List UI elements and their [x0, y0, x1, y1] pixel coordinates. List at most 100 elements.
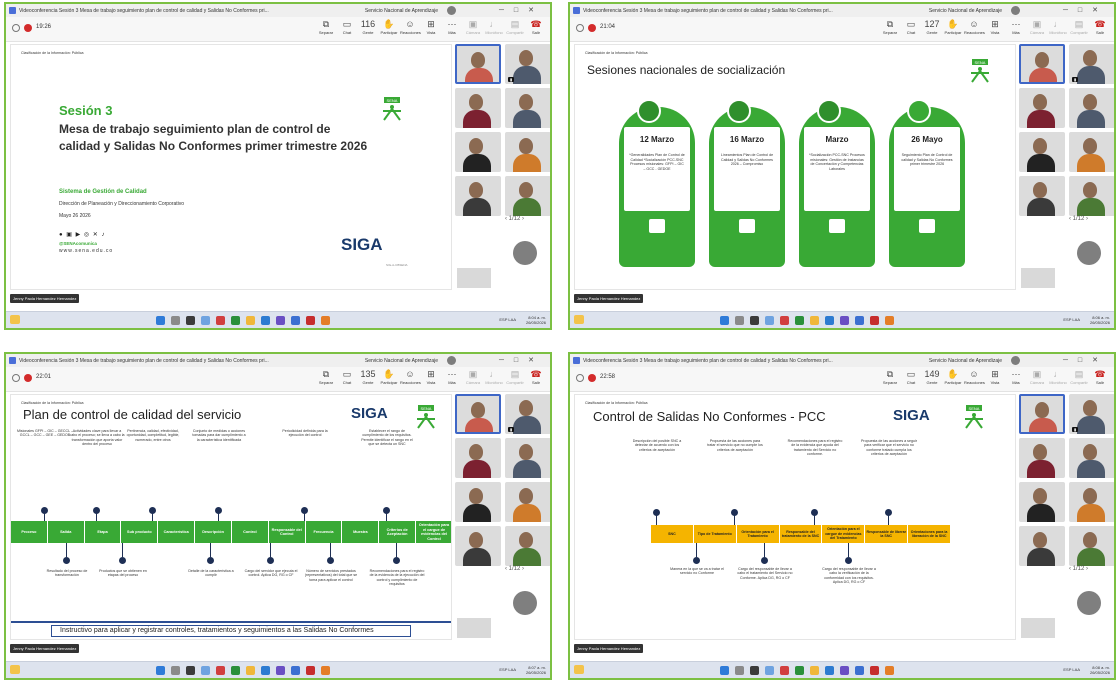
view-button[interactable]: ⊞ Vista — [421, 19, 441, 35]
edge-icon[interactable] — [261, 316, 270, 325]
search-icon[interactable] — [735, 666, 744, 675]
widgets-icon[interactable] — [574, 315, 584, 324]
participant-tile[interactable]: ▮ — [1069, 394, 1114, 434]
folder-icon[interactable] — [246, 666, 255, 675]
participant-tile[interactable] — [1069, 88, 1114, 128]
camera-button[interactable]: ▣ Cámara — [463, 369, 483, 385]
widgets-icon[interactable] — [574, 665, 584, 674]
mic-button[interactable]: ♩ Micrófono — [1048, 369, 1068, 385]
search-icon[interactable] — [735, 316, 744, 325]
self-view[interactable] — [457, 618, 491, 638]
participant-tile[interactable] — [505, 176, 550, 216]
share-screen-button[interactable]: ▤ Compartir — [505, 369, 525, 385]
view-button[interactable]: ⊞ Vista — [421, 369, 441, 385]
taskview-icon[interactable] — [750, 316, 759, 325]
participant-tile[interactable] — [1019, 394, 1065, 434]
teams-icon[interactable] — [276, 666, 285, 675]
participant-tile[interactable] — [1069, 526, 1114, 566]
app-icon[interactable] — [216, 666, 225, 675]
edge-icon[interactable] — [825, 316, 834, 325]
app-icon[interactable] — [765, 316, 774, 325]
chat-button[interactable]: ▭ Chat — [337, 369, 357, 385]
participant-tile[interactable] — [455, 482, 501, 522]
window-controls[interactable]: ─□✕ — [499, 6, 544, 14]
leave-button[interactable]: ☎ Salir — [526, 19, 546, 35]
mic-button[interactable]: ♩ Micrófono — [484, 19, 504, 35]
app-icon[interactable] — [291, 316, 300, 325]
app-icon[interactable] — [795, 316, 804, 325]
search-icon[interactable] — [171, 316, 180, 325]
participant-tile[interactable] — [1069, 132, 1114, 172]
window-controls[interactable]: ─□✕ — [1063, 356, 1108, 364]
app-icon[interactable] — [780, 666, 789, 675]
share-button[interactable]: ⧉ Separar — [316, 369, 336, 385]
clock[interactable]: 8:07 a. m. 26/05/2026 — [526, 665, 546, 675]
app-icon[interactable] — [765, 666, 774, 675]
participant-tile[interactable] — [1019, 526, 1065, 566]
raise-hand-button[interactable]: ✋ Participar — [379, 19, 399, 35]
start-icon[interactable] — [720, 316, 729, 325]
participant-tile[interactable] — [1069, 176, 1114, 216]
taskview-icon[interactable] — [750, 666, 759, 675]
camera-button[interactable]: ▣ Cámara — [1027, 369, 1047, 385]
app-icon[interactable] — [870, 316, 879, 325]
participant-tile[interactable] — [505, 482, 550, 522]
participant-tile[interactable] — [505, 132, 550, 172]
participant-tile[interactable] — [455, 44, 501, 84]
teams-icon[interactable] — [840, 316, 849, 325]
start-icon[interactable] — [156, 316, 165, 325]
participant-tile[interactable] — [1019, 438, 1065, 478]
participant-tile[interactable] — [505, 438, 550, 478]
language-indicator[interactable]: ESP LAA — [1063, 317, 1080, 322]
participant-tile[interactable]: ▮ — [1069, 44, 1114, 84]
participant-tile[interactable] — [1019, 176, 1065, 216]
app-icon[interactable] — [885, 316, 894, 325]
app-icon[interactable] — [231, 316, 240, 325]
app-icon[interactable] — [216, 316, 225, 325]
view-button[interactable]: ⊞ Vista — [985, 369, 1005, 385]
pagination[interactable]: ‹ 1/12 › — [1069, 566, 1088, 572]
people-button[interactable]: 116 Gente — [358, 19, 378, 35]
instructivo-link[interactable]: Instructivo para aplicar y registrar con… — [51, 625, 411, 637]
app-icon[interactable] — [201, 666, 210, 675]
more-button[interactable]: ⋯ Más — [1006, 19, 1026, 35]
more-button[interactable]: ⋯ Más — [442, 19, 462, 35]
folder-icon[interactable] — [810, 316, 819, 325]
app-icon[interactable] — [306, 316, 315, 325]
participant-tile[interactable] — [1019, 88, 1065, 128]
app-icon[interactable] — [321, 666, 330, 675]
participant-tile[interactable] — [1019, 44, 1065, 84]
language-indicator[interactable]: ESP LAA — [1063, 667, 1080, 672]
start-icon[interactable] — [720, 666, 729, 675]
share-screen-button[interactable]: ▤ Compartir — [1069, 369, 1089, 385]
self-view[interactable] — [1021, 618, 1055, 638]
app-icon[interactable] — [291, 666, 300, 675]
account-avatar[interactable] — [1011, 6, 1020, 15]
window-controls[interactable]: ─□✕ — [499, 356, 544, 364]
share-screen-button[interactable]: ▤ Compartir — [505, 19, 525, 35]
view-button[interactable]: ⊞ Vista — [985, 19, 1005, 35]
taskview-icon[interactable] — [186, 316, 195, 325]
camera-button[interactable]: ▣ Cámara — [1027, 19, 1047, 35]
clock[interactable]: 8:08 a. m. 26/05/2026 — [1090, 665, 1110, 675]
chat-button[interactable]: ▭ Chat — [901, 19, 921, 35]
app-icon[interactable] — [885, 666, 894, 675]
leave-button[interactable]: ☎ Salir — [526, 369, 546, 385]
participant-tile[interactable] — [505, 88, 550, 128]
account-avatar[interactable] — [447, 356, 456, 365]
edge-icon[interactable] — [825, 666, 834, 675]
app-icon[interactable] — [321, 316, 330, 325]
language-indicator[interactable]: ESP LAA — [499, 667, 516, 672]
window-controls[interactable]: ─□✕ — [1063, 6, 1108, 14]
widgets-icon[interactable] — [10, 665, 20, 674]
self-view[interactable] — [457, 268, 491, 288]
chat-button[interactable]: ▭ Chat — [337, 19, 357, 35]
app-icon[interactable] — [780, 316, 789, 325]
leave-button[interactable]: ☎ Salir — [1090, 369, 1110, 385]
raise-hand-button[interactable]: ✋ Participar — [943, 369, 963, 385]
participant-tile[interactable] — [1019, 482, 1065, 522]
clock[interactable]: 8:04 a. m. 26/05/2026 — [526, 315, 546, 325]
reactions-button[interactable]: ☺ Reacciones — [964, 19, 985, 35]
search-icon[interactable] — [171, 666, 180, 675]
widgets-icon[interactable] — [10, 315, 20, 324]
